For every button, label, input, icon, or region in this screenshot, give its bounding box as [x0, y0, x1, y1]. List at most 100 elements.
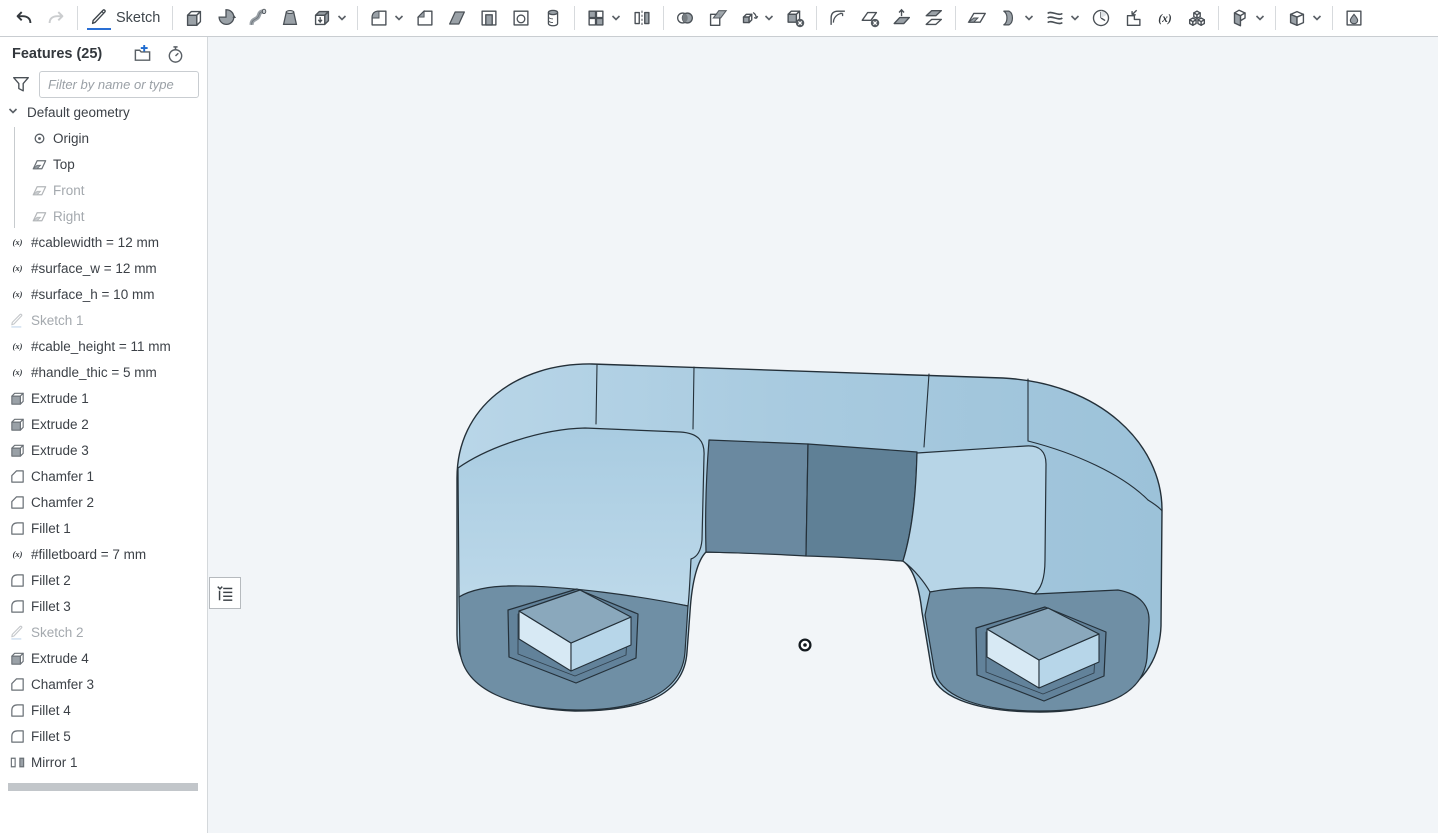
feature-row[interactable]: Chamfer 1 — [0, 463, 207, 489]
hole-button[interactable] — [537, 3, 569, 33]
feature-row-label: Fillet 4 — [31, 703, 71, 718]
sheet-metal-model-button[interactable] — [1224, 3, 1270, 33]
filter-input[interactable] — [39, 71, 199, 98]
loft-button[interactable] — [274, 3, 306, 33]
feature-row[interactable]: Front — [0, 177, 207, 203]
left-leg-face — [458, 428, 704, 606]
transform-button[interactable] — [733, 3, 779, 33]
fillet-surface-button[interactable] — [993, 3, 1039, 33]
feature-row[interactable]: Chamfer 3 — [0, 671, 207, 697]
appearance-icon — [1342, 6, 1366, 30]
origin-marker[interactable] — [800, 640, 811, 651]
revolve-button[interactable] — [210, 3, 242, 33]
extrude-icon — [182, 6, 206, 30]
custom-features-button[interactable] — [1181, 3, 1213, 33]
feature-row-label: Front — [53, 183, 85, 198]
feature-row[interactable]: Fillet 3 — [0, 593, 207, 619]
feature-row[interactable]: Extrude 4 — [0, 645, 207, 671]
sweep-button[interactable] — [242, 3, 274, 33]
stopwatch-button[interactable] — [165, 44, 185, 64]
feature-row[interactable]: Chamfer 2 — [0, 489, 207, 515]
feature-row[interactable]: Fillet 4 — [0, 697, 207, 723]
feature-row[interactable]: Extrude 3 — [0, 437, 207, 463]
linear-pattern-button[interactable] — [580, 3, 626, 33]
filter-funnel-icon[interactable] — [10, 73, 31, 95]
appearance-button[interactable] — [1338, 3, 1370, 33]
feature-row[interactable]: Fillet 2 — [0, 567, 207, 593]
sketch-icon — [9, 312, 26, 329]
chevron-down-icon[interactable] — [7, 105, 21, 119]
feature-row[interactable]: (x)#cable_height = 11 mm — [0, 333, 207, 359]
import-derived-button[interactable] — [1117, 3, 1149, 33]
feature-row[interactable]: Mirror 1 — [0, 749, 207, 775]
feature-row[interactable]: Top — [0, 151, 207, 177]
spiral-button[interactable] — [1085, 3, 1117, 33]
rib-button[interactable] — [473, 3, 505, 33]
undo-button[interactable] — [8, 3, 40, 33]
feature-row[interactable]: Fillet 5 — [0, 723, 207, 749]
feature-row[interactable]: (x)#handle_thic = 5 mm — [0, 359, 207, 385]
feature-row-label: Extrude 3 — [31, 443, 89, 458]
feature-row[interactable]: (x)#surface_w = 12 mm — [0, 255, 207, 281]
feature-row[interactable]: Default geometry — [0, 99, 207, 125]
move-face-button[interactable] — [886, 3, 918, 33]
chevron-down-icon[interactable] — [392, 6, 405, 30]
chamfer-icon — [9, 468, 26, 485]
helix-button[interactable] — [1039, 3, 1085, 33]
delete-face-icon — [858, 6, 882, 30]
feature-row[interactable]: (x)#filletboard = 7 mm — [0, 541, 207, 567]
feature-row[interactable]: Sketch 1 — [0, 307, 207, 333]
chevron-down-icon[interactable] — [335, 6, 348, 30]
feature-list-header: Features (25) — [0, 37, 207, 67]
replace-face-button[interactable] — [918, 3, 950, 33]
filter-row — [0, 67, 207, 99]
graphics-viewport[interactable] — [208, 37, 1438, 833]
feature-row[interactable]: (x)#cablewidth = 12 mm — [0, 229, 207, 255]
chevron-down-icon[interactable] — [1068, 6, 1081, 30]
toolbar-separator — [172, 6, 173, 30]
split-button[interactable] — [701, 3, 733, 33]
variable-button[interactable]: (x) — [1149, 3, 1181, 33]
boolean-button[interactable] — [669, 3, 701, 33]
fillet-button[interactable] — [363, 3, 409, 33]
extrude-button[interactable] — [178, 3, 210, 33]
pencil-icon — [87, 6, 111, 30]
fillet-icon — [9, 572, 26, 589]
feature-row[interactable]: Extrude 1 — [0, 385, 207, 411]
redo-button[interactable] — [40, 3, 72, 33]
draft-button[interactable] — [441, 3, 473, 33]
chevron-down-icon[interactable] — [1253, 6, 1266, 30]
sheet-metal-flange-button[interactable] — [1281, 3, 1327, 33]
feature-row[interactable]: (x)#surface_h = 10 mm — [0, 281, 207, 307]
chevron-down-icon[interactable] — [1022, 6, 1035, 30]
chevron-down-icon[interactable] — [762, 6, 775, 30]
mirror-button[interactable] — [626, 3, 658, 33]
feature-list-flyout-button[interactable] — [209, 577, 241, 609]
feature-row[interactable]: Right — [0, 203, 207, 229]
variable-icon: (x) — [9, 260, 26, 277]
surface-icon — [997, 6, 1021, 30]
delete-face-button[interactable] — [854, 3, 886, 33]
model-canvas — [208, 37, 1438, 833]
horizontal-scrollbar[interactable] — [8, 783, 198, 791]
feature-row[interactable]: Extrude 2 — [0, 411, 207, 437]
feature-row-label: Chamfer 2 — [31, 495, 94, 510]
shell-button[interactable] — [505, 3, 537, 33]
plane-button[interactable] — [961, 3, 993, 33]
feature-row-label: Fillet 3 — [31, 599, 71, 614]
features-title: Features (25) — [12, 46, 102, 62]
chamfer-button[interactable] — [409, 3, 441, 33]
feature-row[interactable]: Origin — [0, 125, 207, 151]
modify-fillet-button[interactable] — [822, 3, 854, 33]
delete-part-button[interactable] — [779, 3, 811, 33]
feature-row[interactable]: Sketch 2 — [0, 619, 207, 645]
part-model[interactable] — [457, 364, 1162, 712]
chevron-down-icon[interactable] — [609, 6, 622, 30]
chevron-down-icon[interactable] — [1310, 6, 1323, 30]
new-folder-button[interactable] — [132, 44, 152, 64]
sketch-button[interactable]: Sketch — [83, 3, 167, 33]
import-icon — [1121, 6, 1145, 30]
thicken-button[interactable] — [306, 3, 352, 33]
mirror-icon — [630, 6, 654, 30]
feature-row[interactable]: Fillet 1 — [0, 515, 207, 541]
